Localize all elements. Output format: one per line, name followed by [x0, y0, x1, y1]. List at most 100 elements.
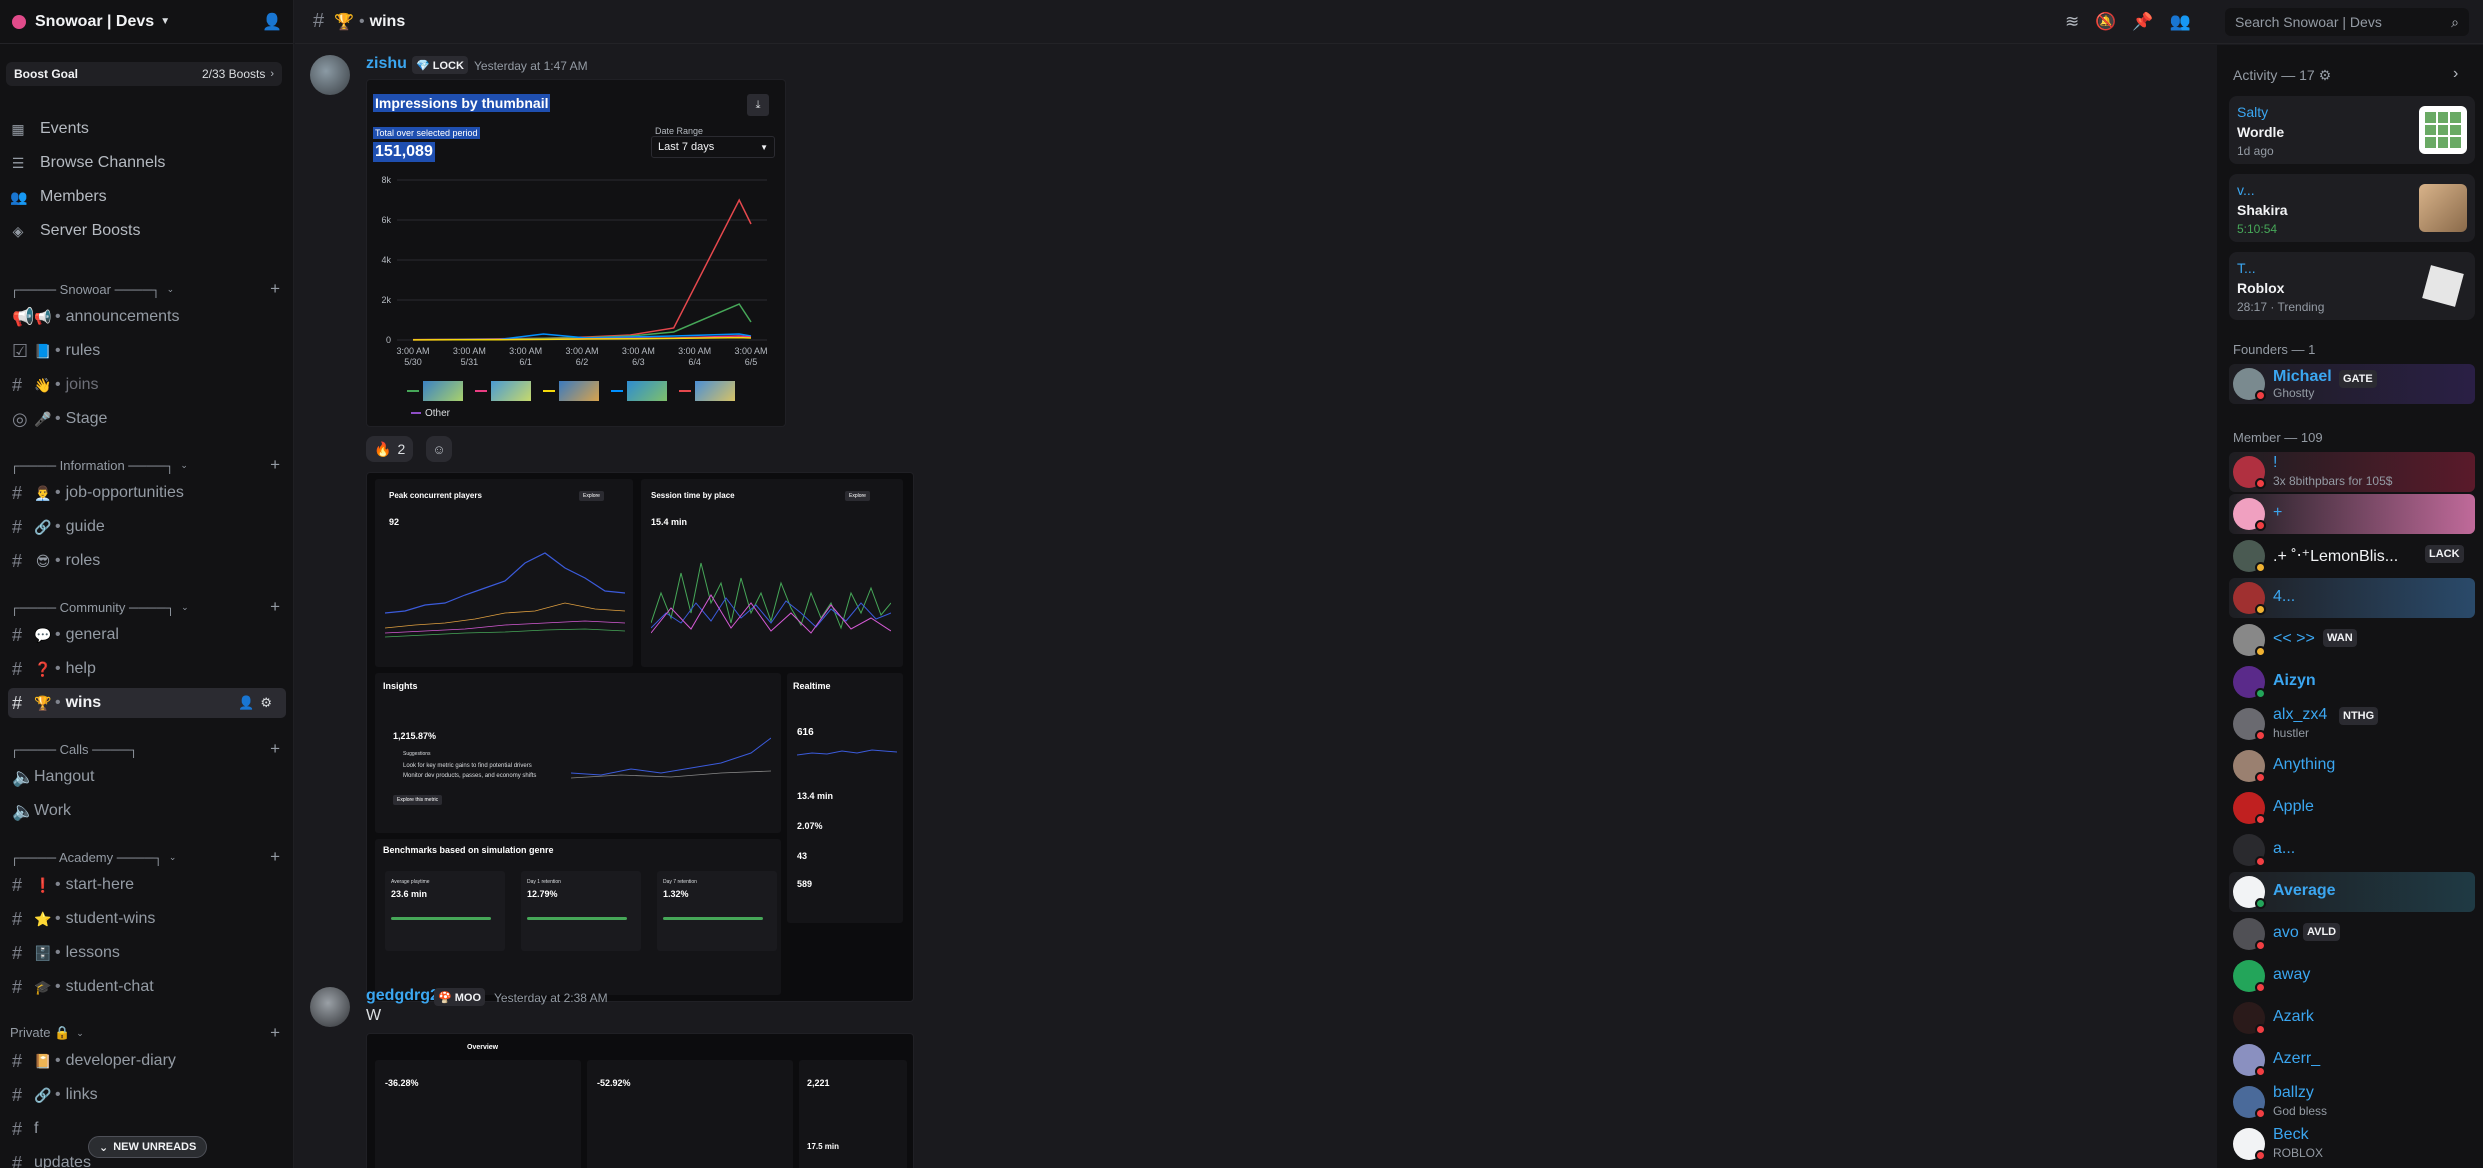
legend-thumb-5[interactable] — [679, 380, 737, 402]
notification-bell-icon[interactable]: 🔕 — [2095, 12, 2132, 31]
overview-metric-4: 17.5 min — [807, 1142, 840, 1151]
avatar[interactable] — [310, 987, 350, 1027]
category-community[interactable]: ┌──── Community ────┐ ⌄ + — [10, 596, 286, 618]
channel-wins[interactable]: # 🏆 • wins 👤⚙ — [8, 688, 286, 718]
member-row[interactable]: Azark — [2229, 998, 2475, 1038]
chevron-right-icon[interactable]: › — [2453, 65, 2458, 83]
member-row[interactable]: away — [2229, 956, 2475, 996]
legend-thumb-4[interactable] — [611, 380, 669, 402]
boost-goal-bar[interactable]: Boost Goal 2/33 Boosts › — [6, 62, 282, 86]
member-row[interactable]: 4... — [2229, 578, 2475, 618]
channel-roles[interactable]: # 😎 • roles — [8, 546, 286, 576]
search-box[interactable]: ⌕ — [2225, 8, 2469, 36]
reaction-fire[interactable]: 🔥 2 — [366, 436, 414, 462]
roblox-thumbnail — [2419, 262, 2467, 310]
channel-rules[interactable]: ☑ 📘 • rules — [8, 336, 286, 366]
channel-emoji: 👨‍💼 — [34, 484, 52, 501]
nav-label: Browse Channels — [40, 154, 166, 171]
category-information[interactable]: ┌──── Information ────┐ ⌄ + — [10, 454, 286, 476]
category-private[interactable]: Private 🔒 ⌄ + — [10, 1022, 286, 1044]
search-input[interactable] — [2235, 14, 2435, 30]
add-channel-icon[interactable]: + — [270, 1023, 280, 1043]
channel-student-wins[interactable]: # ⭐ • student-wins — [8, 904, 286, 934]
date-range-select[interactable]: Last 7 days ▼ — [651, 136, 775, 158]
avatar[interactable] — [310, 55, 350, 95]
channel-name: guide — [65, 518, 105, 535]
member-status: Ghostty — [2273, 386, 2315, 400]
activity-header: Activity — 17 ⚙ — [2233, 67, 2331, 84]
gear-icon[interactable]: ⚙ — [260, 695, 278, 710]
channel-hangout[interactable]: 🔈 Hangout — [8, 762, 286, 792]
channel-work[interactable]: 🔈 Work — [8, 796, 286, 826]
overview-metric-2: -52.92% — [597, 1078, 631, 1088]
add-channel-icon[interactable]: + — [270, 847, 280, 867]
channel-stage[interactable]: ◎ 🎤 • Stage — [8, 404, 286, 434]
add-channel-icon[interactable]: + — [270, 279, 280, 299]
activity-card-roblox[interactable]: T... Roblox 28:17 · Trending — [2229, 252, 2475, 320]
member-row[interactable]: << >> WAN — [2229, 620, 2475, 660]
server-header[interactable]: Snowoar | Devs ▼ 👤 — [0, 0, 293, 44]
gear-icon[interactable]: ⚙ — [2319, 67, 2332, 83]
invite-icon[interactable]: 👤 — [238, 695, 260, 710]
channel-links[interactable]: # 🔗 • links — [8, 1080, 286, 1110]
peak-panel: Peak concurrent players 92 Explore — [375, 479, 633, 667]
channel-student-chat[interactable]: # 🎓 • student-chat — [8, 972, 286, 1002]
activity-card-shakira[interactable]: v... Shakira 5:10:54 — [2229, 174, 2475, 242]
channel-general[interactable]: # 💬 • general — [8, 620, 286, 650]
session-explore-button[interactable]: Explore — [845, 491, 870, 501]
nav-label: Server Boosts — [40, 222, 141, 239]
discord-app: Snowoar | Devs ▼ 👤 Boost Goal 2/33 Boost… — [0, 0, 2483, 1168]
category-academy[interactable]: ┌──── Academy ────┐ ⌄ + — [10, 846, 286, 868]
member-row[interactable]: .+ ˚‧⁺LemonBlis... LACK — [2229, 536, 2475, 576]
explore-metric-button[interactable]: Explore this metric — [393, 795, 443, 805]
channel-job-opportunities[interactable]: # 👨‍💼 • job-opportunities — [8, 478, 286, 508]
channel-name: Hangout — [34, 768, 95, 785]
member-michael[interactable]: Michael GATE Ghostty — [2229, 364, 2475, 404]
legend-thumb-1[interactable] — [407, 380, 465, 402]
activity-card-wordle[interactable]: Salty Wordle 1d ago — [2229, 96, 2475, 164]
nav-browse-channels[interactable]: ☰ Browse Channels — [10, 149, 286, 177]
add-reaction-button[interactable]: ☺ — [426, 436, 452, 462]
person-add-icon[interactable]: 👤 — [262, 12, 282, 32]
member-name: Beck — [2273, 1126, 2309, 1143]
new-unreads-button[interactable]: ⌄ NEW UNREADS — [88, 1136, 208, 1158]
category-snowoar[interactable]: ┌──── Snowoar ────┐ ⌄ + — [10, 278, 286, 300]
message-author[interactable]: gedgdrg2 — [366, 987, 439, 1005]
member-row[interactable]: alx_zx4 NTHG hustler — [2229, 704, 2475, 744]
threads-icon[interactable]: ≋ — [2065, 12, 2095, 31]
member-row[interactable]: ! 3x 8bithpbars for 105$ — [2229, 452, 2475, 492]
nav-events[interactable]: ▦ Events — [10, 115, 286, 143]
add-channel-icon[interactable]: + — [270, 739, 280, 759]
member-row[interactable]: a... — [2229, 830, 2475, 870]
member-row[interactable]: + — [2229, 494, 2475, 534]
member-row[interactable]: Aizyn — [2229, 662, 2475, 702]
member-row[interactable]: avo AVLD — [2229, 914, 2475, 954]
channel-help[interactable]: # ❓ • help — [8, 654, 286, 684]
message-author[interactable]: zishu — [366, 55, 407, 73]
nav-server-boosts[interactable]: ◈ Server Boosts — [10, 217, 286, 245]
realtime-frame: 43 — [797, 851, 808, 861]
legend-thumb-3[interactable] — [543, 380, 601, 402]
nav-members[interactable]: 👥 Members — [10, 183, 286, 211]
channel-joins[interactable]: # 👋 • joins — [8, 370, 286, 400]
member-row[interactable]: Azerr_ — [2229, 1040, 2475, 1080]
pin-icon[interactable]: 📌 — [2132, 12, 2169, 31]
member-row[interactable]: Average — [2229, 872, 2475, 912]
add-channel-icon[interactable]: + — [270, 597, 280, 617]
channel-announcements[interactable]: 📢 📢 • announcements — [8, 302, 286, 332]
category-calls[interactable]: ┌──── Calls ────┐ + — [10, 738, 286, 760]
channel-guide[interactable]: # 🔗 • guide — [8, 512, 286, 542]
member-row[interactable]: Apple — [2229, 788, 2475, 828]
activity-meta: 5:10:54 — [2237, 222, 2278, 236]
member-list-icon[interactable]: 👥 — [2170, 12, 2207, 31]
channel-start-here[interactable]: # ❗ • start-here — [8, 870, 286, 900]
channel-developer-diary[interactable]: # 📔 • developer-diary — [8, 1046, 286, 1076]
legend-thumb-2[interactable] — [475, 380, 533, 402]
download-button[interactable]: ⤓ — [747, 94, 769, 116]
channel-lessons[interactable]: # 🗄️ • lessons — [8, 938, 286, 968]
member-row[interactable]: Beck ROBLOX — [2229, 1124, 2475, 1164]
add-channel-icon[interactable]: + — [270, 455, 280, 475]
member-row[interactable]: Anything — [2229, 746, 2475, 786]
member-row[interactable]: ballzy God bless — [2229, 1082, 2475, 1122]
peak-explore-button[interactable]: Explore — [579, 491, 604, 501]
